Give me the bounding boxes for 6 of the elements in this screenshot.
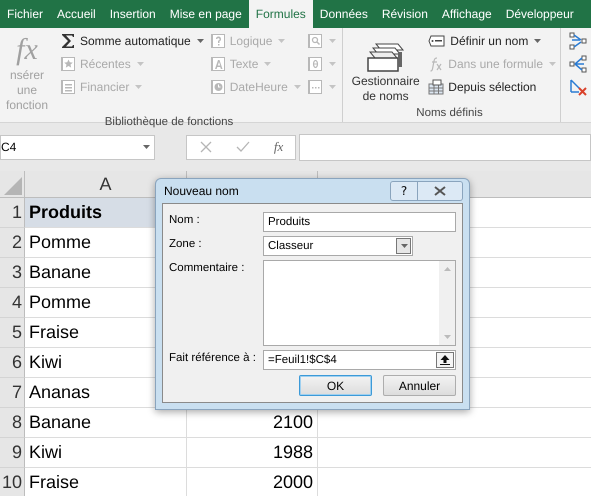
table-cell: 1988 [187, 438, 318, 468]
table-cell: Kiwi [25, 438, 187, 468]
table-cell: 2000 [187, 468, 318, 496]
group-title: Bibliothèque de fonctions [104, 115, 234, 130]
group-title: Noms définis [415, 106, 484, 121]
table-cell: Fraise [25, 468, 187, 496]
